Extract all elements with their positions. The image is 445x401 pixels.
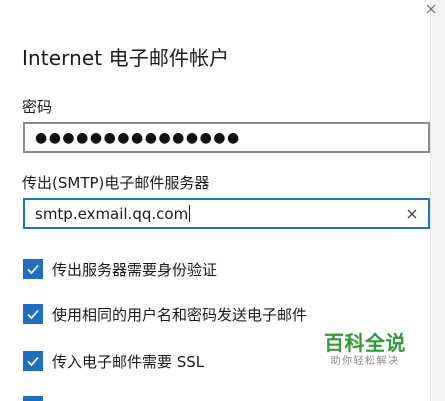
checkmark-icon xyxy=(27,264,39,275)
password-masked-value: ●●●●●●●●●●●●●●● xyxy=(35,129,241,146)
checkbox-same-credentials[interactable] xyxy=(23,304,43,324)
clear-input-button[interactable] xyxy=(402,204,422,224)
option-same-credentials[interactable]: 使用相同的用户名和密码发送电子邮件 xyxy=(23,303,307,325)
checkmark-icon xyxy=(27,309,39,320)
close-icon xyxy=(426,4,436,14)
password-field[interactable]: ●●●●●●●●●●●●●●● xyxy=(23,122,430,153)
checkbox-incoming-ssl[interactable] xyxy=(23,351,43,371)
window-edge xyxy=(430,0,445,401)
option-label: 传入电子邮件需要 SSL xyxy=(52,352,205,371)
text-caret xyxy=(189,205,191,222)
checkmark-icon xyxy=(27,356,39,367)
checkbox-outgoing-auth[interactable] xyxy=(23,259,43,279)
close-button[interactable] xyxy=(417,0,445,18)
option-incoming-ssl[interactable]: 传入电子邮件需要 SSL xyxy=(23,350,204,372)
smtp-server-label: 传出(SMTP)电子邮件服务器 xyxy=(22,174,210,192)
watermark-subtitle: 助你轻松解决 xyxy=(330,356,400,367)
clear-icon xyxy=(407,209,417,219)
smtp-server-value: smtp.exmail.qq.com xyxy=(35,204,189,223)
option-label: 传出服务器需要身份验证 xyxy=(52,260,218,279)
watermark-title: 百科全说 xyxy=(324,331,406,355)
smtp-server-field[interactable]: smtp.exmail.qq.com xyxy=(23,198,430,229)
option-label: 使用相同的用户名和密码发送电子邮件 xyxy=(52,305,308,324)
dialog-title: Internet 电子邮件帐户 xyxy=(22,46,230,70)
password-label: 密码 xyxy=(22,98,53,116)
watermark-logo: 百科全说 助你轻松解决 xyxy=(320,331,410,369)
checkbox-partially-visible[interactable] xyxy=(23,396,43,401)
option-outgoing-auth[interactable]: 传出服务器需要身份验证 xyxy=(23,258,217,280)
